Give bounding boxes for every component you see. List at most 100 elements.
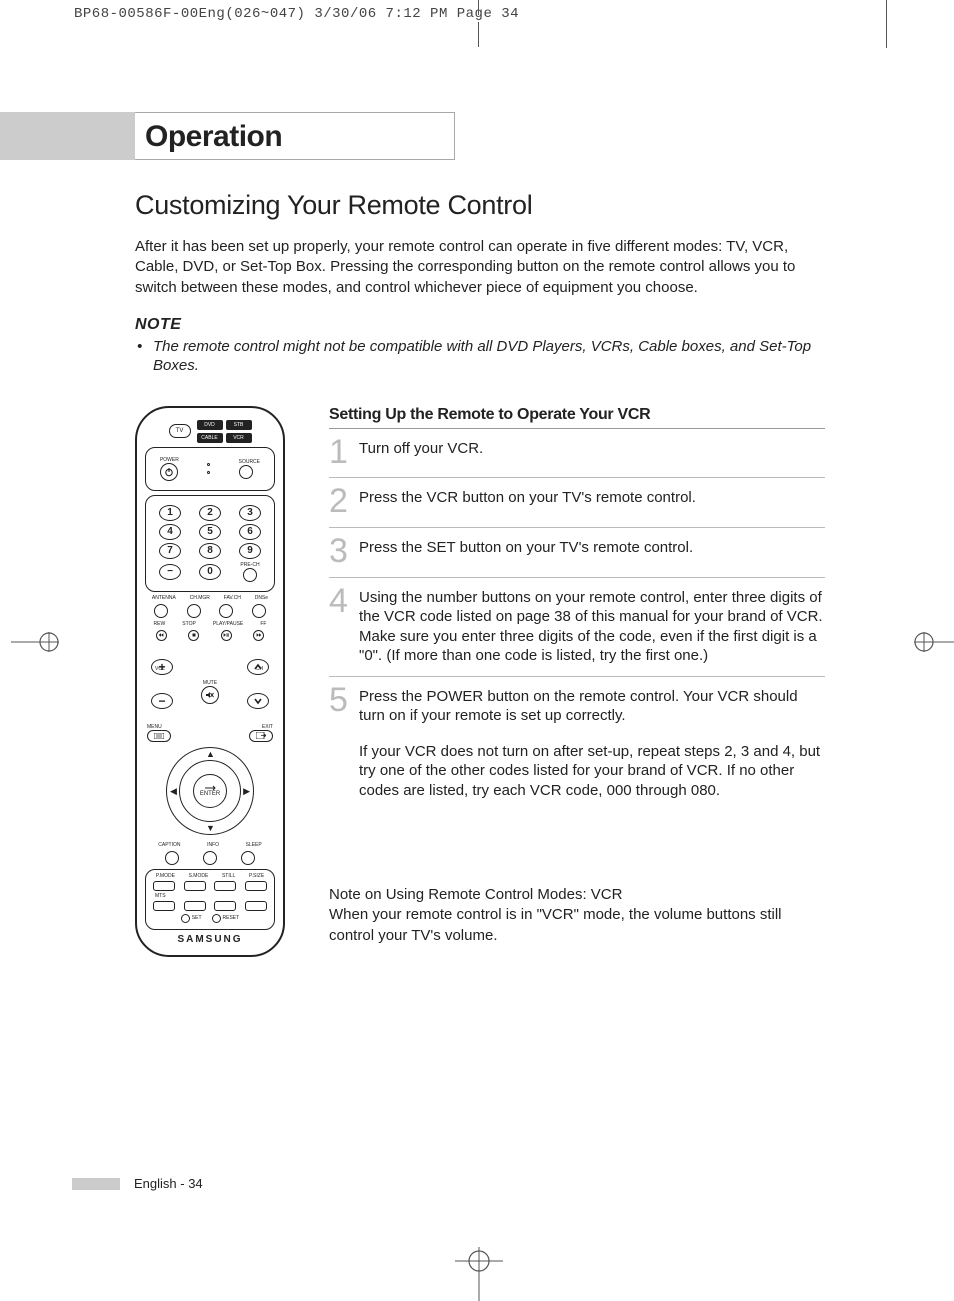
step-text: Press the SET button on your TV's remote…: [359, 536, 693, 567]
remote-chmgr-button: [187, 604, 201, 618]
step-number: 1: [329, 437, 351, 468]
registration-mark-bottom: [455, 1247, 503, 1301]
remote-ff-label: FF: [260, 621, 266, 627]
power-icon: [160, 463, 178, 481]
remote-num-5: 5: [199, 524, 221, 540]
remote-play-label: PLAY/PAUSE: [213, 621, 243, 627]
remote-brand: SAMSUNG: [145, 934, 275, 945]
remote-antenna-button: [154, 604, 168, 618]
footer-tab: [72, 1178, 120, 1190]
remote-psize-label: P.SIZE: [249, 873, 264, 879]
fast-forward-icon: [253, 630, 264, 641]
step-number: 3: [329, 536, 351, 567]
remote-caption-button: [165, 851, 179, 865]
led-icon: [207, 463, 210, 466]
remote-smode-label: S.MODE: [189, 873, 209, 879]
led-icon: [207, 471, 210, 474]
remote-exit-label: EXIT: [249, 724, 273, 730]
remote-illustration: TV DVD STB CABLE VCR: [135, 406, 287, 957]
crop-mark: [478, 0, 479, 15]
rewind-icon: [156, 630, 167, 641]
remote-power-label: POWER: [160, 457, 179, 463]
remote-favch-label: FAV.CH: [224, 595, 241, 601]
mute-icon: [201, 686, 219, 704]
remote-num-0: 0: [199, 564, 221, 580]
chapter-title: Operation: [135, 112, 455, 160]
crop-mark: [478, 22, 479, 47]
remote-stop-label: STOP: [182, 621, 196, 627]
step-text: Turn off your VCR.: [359, 437, 483, 468]
remote-info-label: INFO: [207, 842, 219, 848]
step-2: 2 Press the VCR button on your TV's remo…: [329, 478, 825, 528]
step-1: 1 Turn off your VCR.: [329, 429, 825, 479]
remote-num-7: 7: [159, 543, 181, 559]
remote-menu-button: [147, 730, 171, 742]
step-number: 2: [329, 486, 351, 517]
remote-dpad: ENTER ▲ ▼ ◀ ▶: [165, 746, 255, 836]
remote-source-label: SOURCE: [239, 459, 260, 465]
remote-reset-button: [212, 914, 221, 923]
print-header: BP68-00586F-00Eng(026~047) 3/30/06 7:12 …: [74, 6, 519, 22]
remote-extra-button: [214, 901, 236, 911]
remote-still-button: [214, 881, 236, 891]
note-modes-line2: When your remote control is in "VCR" mod…: [329, 905, 825, 946]
step-text: Using the number buttons on your remote …: [359, 586, 825, 666]
remote-exit-button: [249, 730, 273, 742]
remote-extra-button: [245, 901, 267, 911]
remote-pmode-button: [153, 881, 175, 891]
step-3: 3 Press the SET button on your TV's remo…: [329, 528, 825, 578]
remote-num-8: 8: [199, 543, 221, 559]
note-modes: Note on Using Remote Control Modes: VCR …: [329, 885, 825, 946]
remote-favch-button: [219, 604, 233, 618]
remote-caption-label: CAPTION: [158, 842, 180, 848]
sub-section-title: Setting Up the Remote to Operate Your VC…: [329, 406, 825, 429]
remote-prech-label: PRE-CH: [239, 562, 261, 568]
remote-set-label: SET: [192, 915, 202, 921]
remote-set-button: [181, 914, 190, 923]
intro-paragraph: After it has been set up properly, your …: [135, 237, 825, 298]
stop-icon: [188, 630, 199, 641]
step-number: 4: [329, 586, 351, 666]
chapter-heading: Operation: [0, 112, 455, 160]
remote-antenna-label: ANTENNA: [152, 595, 176, 601]
page-footer: English - 34: [72, 1176, 203, 1191]
dpad-left-icon: ◀: [170, 786, 177, 797]
remote-vol-label: VOL: [155, 666, 165, 672]
remote-prech-button: [243, 568, 257, 582]
remote-tv-button: TV: [169, 424, 191, 438]
dpad-up-icon: ▲: [206, 749, 215, 759]
remote-mts-button: [153, 901, 175, 911]
dpad-down-icon: ▼: [206, 823, 215, 833]
remote-num-4: 4: [159, 524, 181, 540]
remote-sleep-label: SLEEP: [246, 842, 262, 848]
remote-num-1: 1: [159, 505, 181, 521]
remote-enter-label: ENTER: [200, 791, 220, 797]
step-text: Press the POWER button on the remote con…: [359, 685, 825, 726]
remote-num-6: 6: [239, 524, 261, 540]
remote-smode-button: [184, 881, 206, 891]
crop-mark: [886, 0, 887, 48]
remote-dnse-label: DNSe: [255, 595, 268, 601]
play-pause-icon: [221, 630, 232, 641]
remote-menu-label: MENU: [147, 724, 171, 730]
remote-num-2: 2: [199, 505, 221, 521]
step-number: 5: [329, 685, 351, 801]
remote-ch-label: CH: [256, 666, 263, 672]
remote-chmgr-label: CH.MGR: [190, 595, 210, 601]
remote-cable-button: CABLE: [197, 433, 223, 443]
step-text: Press the VCR button on your TV's remote…: [359, 486, 696, 517]
remote-stb-button: STB: [226, 420, 252, 430]
remote-source-button: [239, 465, 253, 479]
footer-text: English - 34: [134, 1176, 203, 1191]
remote-dnse-button: [252, 604, 266, 618]
remote-info-button: [203, 851, 217, 865]
note-heading: NOTE: [135, 316, 825, 334]
remote-still-label: STILL: [222, 873, 235, 879]
dpad-right-icon: ▶: [243, 786, 250, 797]
remote-rew-label: REW: [154, 621, 166, 627]
registration-mark-right: [914, 630, 954, 654]
note-modes-line1: Note on Using Remote Control Modes: VCR: [329, 885, 825, 905]
remote-reset-label: RESET: [223, 915, 240, 921]
remote-extra-button: [184, 901, 206, 911]
remote-sleep-button: [241, 851, 255, 865]
